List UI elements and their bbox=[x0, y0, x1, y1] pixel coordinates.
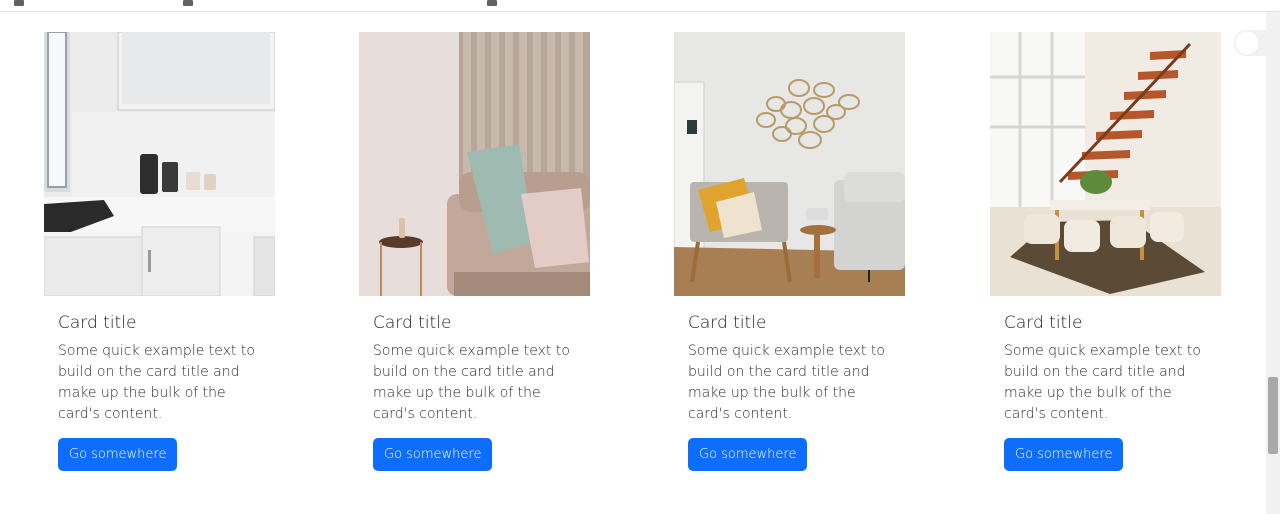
toggle-knob bbox=[1235, 31, 1259, 55]
card-text: Some quick example text to build on the … bbox=[1004, 343, 1201, 422]
bookmark-icon[interactable] bbox=[183, 0, 193, 6]
go-somewhere-button[interactable]: Go somewhere bbox=[688, 438, 808, 471]
go-somewhere-button[interactable]: Go somewhere bbox=[1004, 438, 1124, 471]
card: Card title Some quick example text to bu… bbox=[990, 32, 1221, 471]
card-title: Card title bbox=[688, 313, 767, 333]
card-title: Card title bbox=[1004, 313, 1083, 333]
card: Card title Some quick example text to bu… bbox=[359, 32, 590, 471]
scrollbar-thumb[interactable] bbox=[1268, 377, 1278, 454]
vertical-scrollbar[interactable] bbox=[1266, 12, 1280, 514]
card-text: Some quick example text to build on the … bbox=[373, 343, 570, 422]
card-body: Card title Some quick example text to bu… bbox=[674, 296, 905, 471]
go-somewhere-button[interactable]: Go somewhere bbox=[58, 438, 178, 471]
bookmark-icon[interactable] bbox=[14, 0, 24, 6]
card-image-dining-room bbox=[990, 32, 1221, 296]
card-body: Card title Some quick example text to bu… bbox=[359, 296, 590, 471]
card-image-kitchen bbox=[44, 32, 275, 296]
go-somewhere-button[interactable]: Go somewhere bbox=[373, 438, 493, 471]
card-body: Card title Some quick example text to bu… bbox=[990, 296, 1221, 471]
card: Card title Some quick example text to bu… bbox=[674, 32, 905, 471]
card-text: Some quick example text to build on the … bbox=[58, 343, 255, 422]
toggle-switch[interactable] bbox=[1234, 30, 1268, 56]
bookmark-icon[interactable] bbox=[487, 0, 497, 6]
card: Card title Some quick example text to bu… bbox=[44, 32, 275, 471]
card-body: Card title Some quick example text to bu… bbox=[44, 296, 275, 471]
card-title: Card title bbox=[373, 313, 452, 333]
card-text: Some quick example text to build on the … bbox=[688, 343, 885, 422]
browser-bookmarks-strip bbox=[0, 0, 1280, 12]
card-image-living-room bbox=[674, 32, 905, 296]
card-image-sofa bbox=[359, 32, 590, 296]
card-title: Card title bbox=[58, 313, 137, 333]
